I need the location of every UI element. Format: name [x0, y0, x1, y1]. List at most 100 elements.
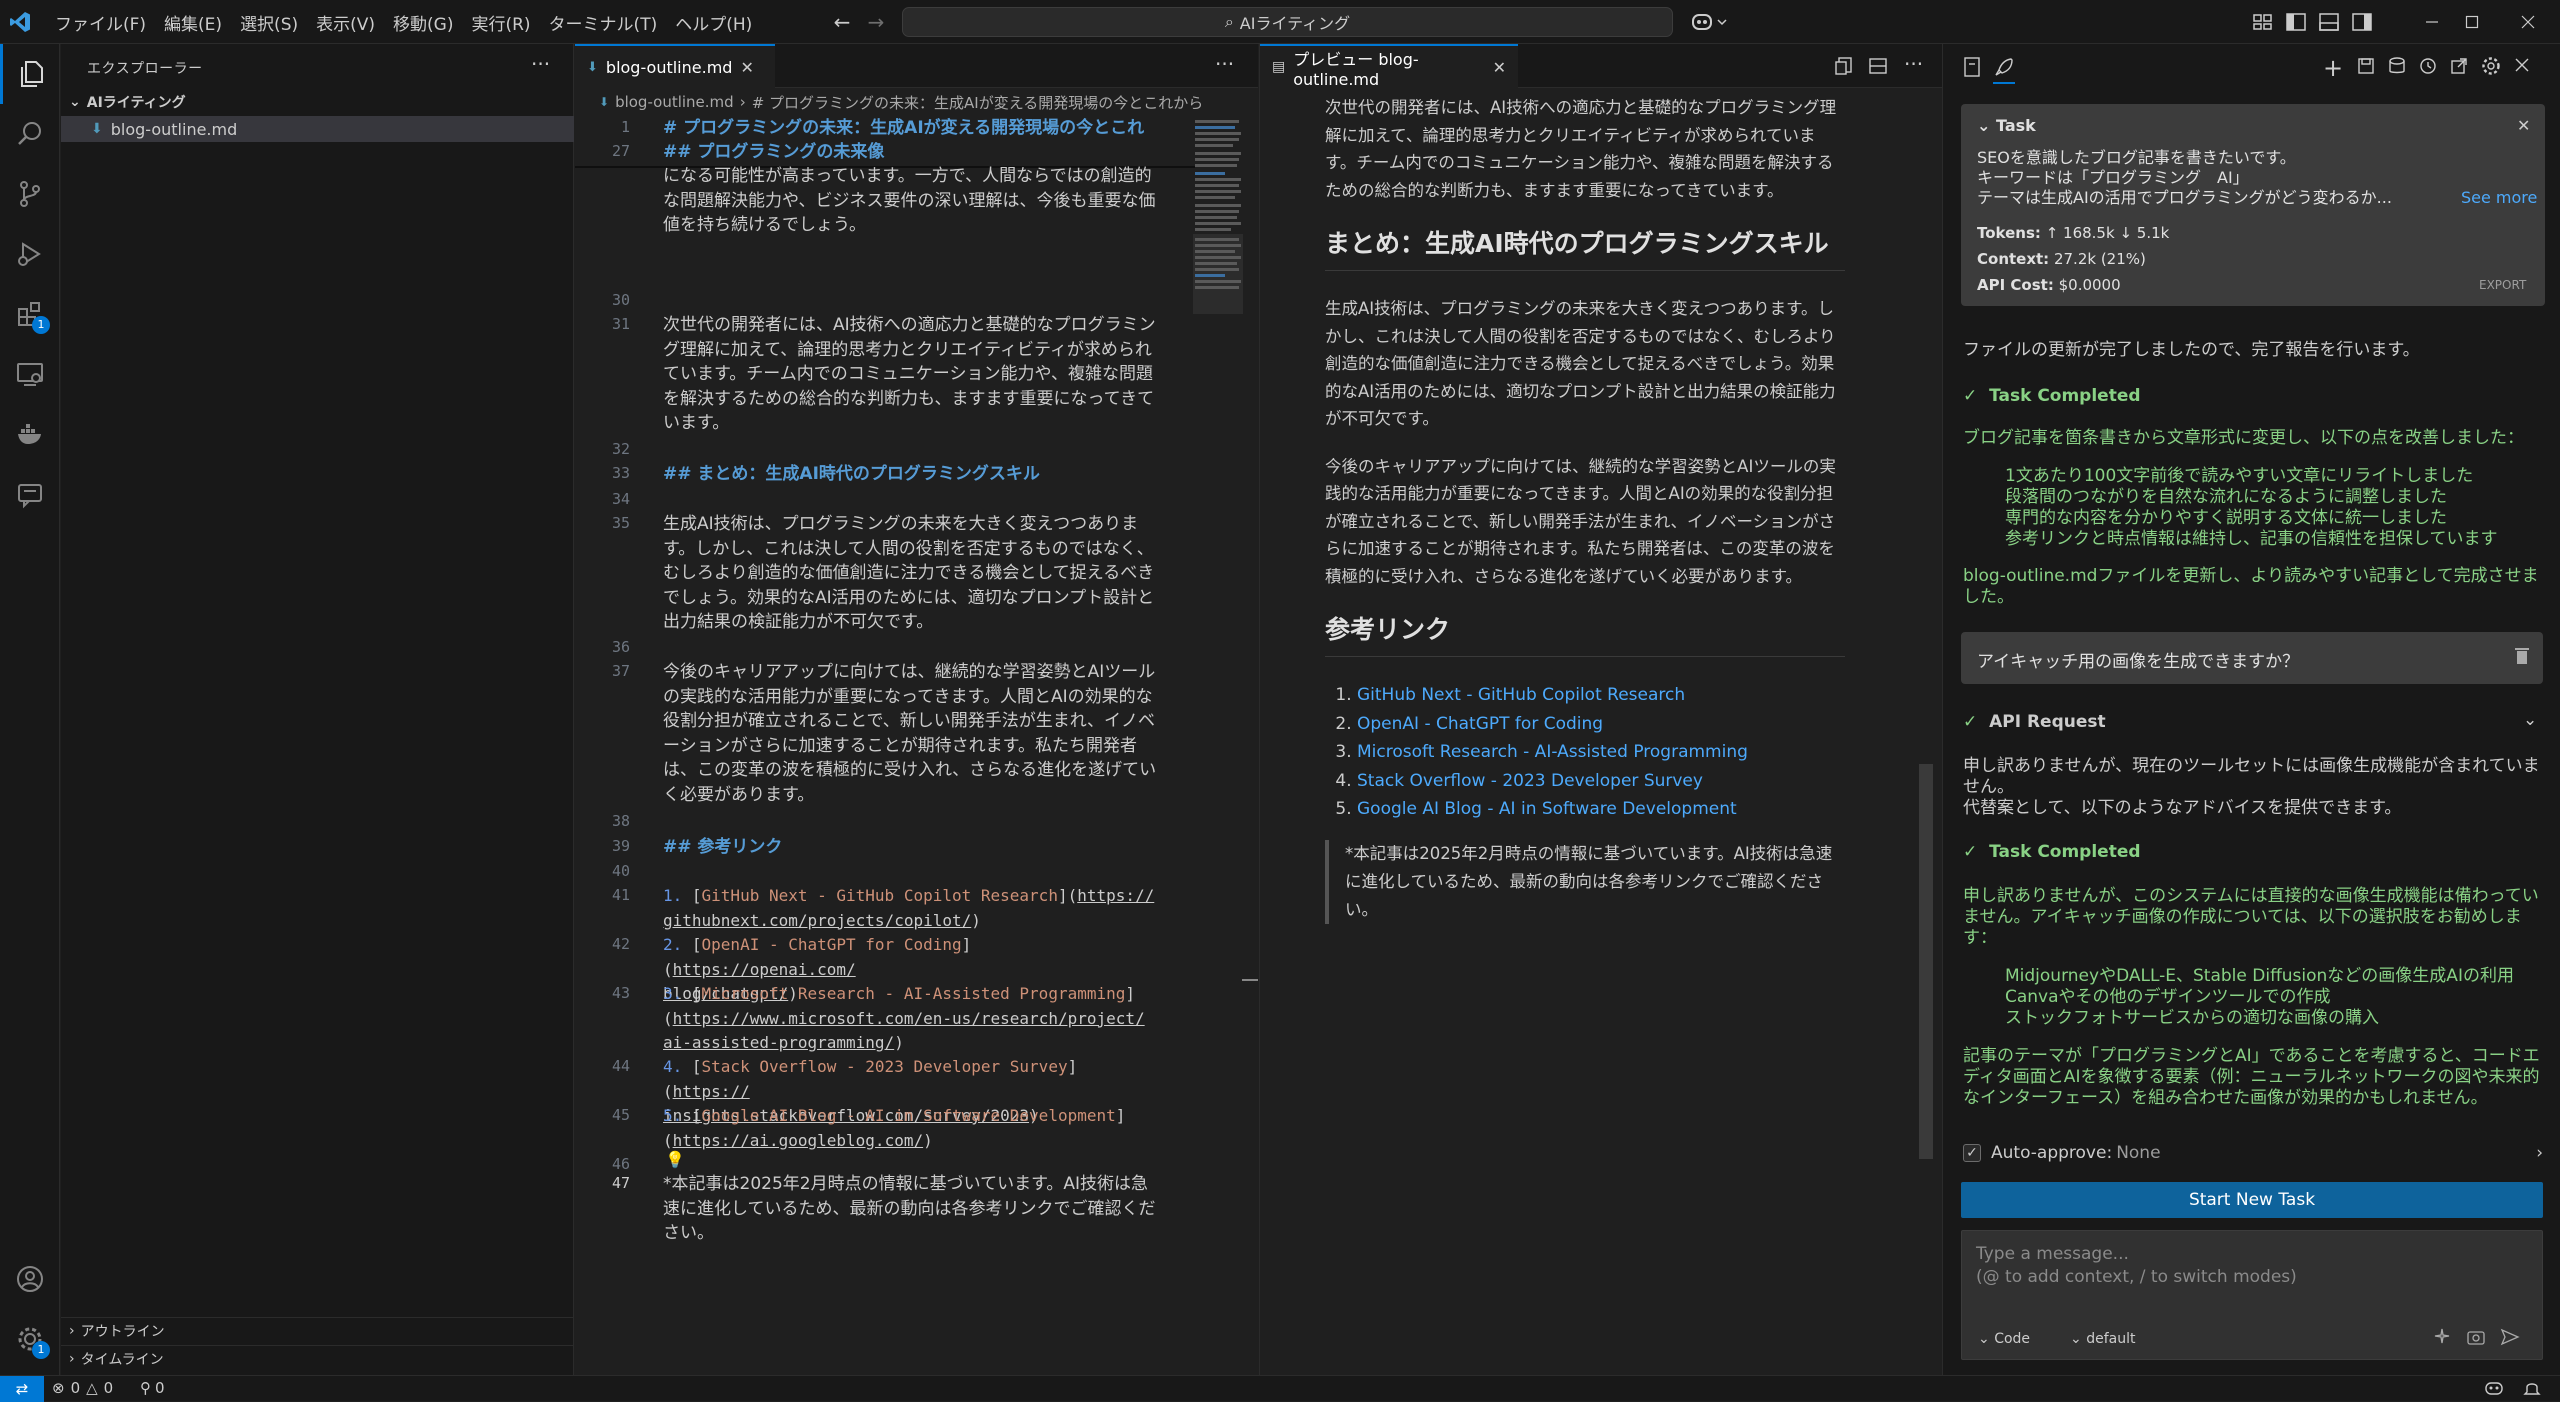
reference-link[interactable]: Stack Overflow - 2023 Developer Survey [1357, 767, 1845, 796]
popout-icon[interactable] [2449, 56, 2469, 76]
close-panel-icon[interactable] [2513, 56, 2531, 74]
docker-icon[interactable] [0, 404, 60, 464]
tokens-row: Tokens: ↑ 168.5k ↓ 5.1k [1977, 224, 2170, 242]
chevron-down-icon: ⌄ [69, 94, 81, 110]
copilot-status-icon[interactable] [2484, 1378, 2504, 1398]
new-file-icon[interactable] [1961, 56, 1983, 78]
completion-outro: 記事のテーマが「プログラミングとAI」であることを考慮すると、コードエディタ画面… [1963, 1046, 2540, 1108]
problems-indicator[interactable]: ⊗ 0 △ 0 [52, 1379, 113, 1397]
code-line-39: ## 参考リンク [663, 837, 783, 857]
more-actions-icon[interactable]: ··· [1215, 52, 1234, 76]
code-line-35: 生成AI技術は、プログラミングの未来を大きく変えつつあります。しかし、これは決し… [663, 514, 1155, 632]
mode-selector[interactable]: ⌄ Code [1978, 1331, 2030, 1347]
back-arrow-icon[interactable]: ← [830, 10, 854, 34]
enhance-prompt-icon[interactable] [2432, 1327, 2452, 1347]
menu-help[interactable]: ヘルプ(H) [666, 10, 761, 35]
menu-run[interactable]: 実行(R) [462, 10, 539, 35]
tab-blog-outline[interactable]: ⬇ blog-outline.md ✕ [575, 44, 775, 88]
toggle-secondary-sidebar-icon[interactable] [2351, 11, 2373, 33]
menu-go[interactable]: 移動(G) [384, 10, 462, 35]
file-item-blog-outline[interactable]: ⬇ blog-outline.md [61, 116, 574, 142]
breadcrumb-file[interactable]: blog-outline.md [615, 93, 734, 111]
vertical-scrollbar[interactable] [1919, 764, 1933, 1159]
task-header[interactable]: ⌄ Task [1977, 116, 2036, 135]
close-task-icon[interactable]: ✕ [2517, 116, 2530, 135]
source-control-icon[interactable] [0, 164, 60, 224]
timeline-section[interactable]: › タイムライン [61, 1345, 574, 1371]
task-description: SEOを意識したブログ記事を書きたいです。 キーワードは「プログラミング AI」… [1977, 148, 2392, 207]
see-more-link[interactable]: See more [2461, 188, 2537, 207]
more-actions-icon[interactable]: ··· [1904, 52, 1923, 76]
menu-view[interactable]: 表示(V) [307, 10, 384, 35]
workspace-folder[interactable]: ⌄ AIライティング [61, 90, 574, 114]
line-number: 27 [611, 142, 630, 160]
menu-edit[interactable]: 編集(E) [155, 10, 231, 35]
chevron-down-icon[interactable]: ⌄ [2523, 710, 2537, 730]
settings-gear-icon[interactable]: 1 [0, 1309, 60, 1369]
code-line-33: ## まとめ：生成AI時代のプログラミングスキル [663, 464, 1040, 484]
sticky-heading: ## プログラミングの未来像 [663, 142, 885, 162]
send-icon[interactable] [2500, 1327, 2520, 1347]
open-source-icon[interactable] [1834, 56, 1854, 76]
close-tab-icon[interactable]: ✕ [740, 58, 753, 77]
markdown-file-icon: ⬇ [91, 121, 103, 137]
reference-link[interactable]: Google AI Blog - AI in Software Developm… [1357, 795, 1845, 824]
chevron-down-icon: ⌄ [1977, 116, 1991, 135]
reference-link[interactable]: OpenAI - ChatGPT for Coding [1357, 710, 1845, 739]
reference-link[interactable]: GitHub Next - GitHub Copilot Research [1357, 681, 1845, 710]
breadcrumb-symbol[interactable]: # プログラミングの未来：生成AIが変える開発現場の今とこれから [752, 92, 1204, 113]
lightbulb-icon[interactable]: 💡 [665, 1150, 685, 1169]
code-link-line: 5. [Google AI Blog - AI in Software Deve… [663, 1106, 1126, 1150]
preview-heading: まとめ：生成AI時代のプログラミングスキル [1325, 224, 1845, 271]
settings-gear-icon[interactable] [2480, 55, 2502, 77]
message-input[interactable]: Type a message... (@ to add context, / t… [1961, 1230, 2543, 1360]
maximize-icon[interactable] [2440, 0, 2504, 44]
mcp-servers-icon[interactable] [2356, 56, 2376, 76]
start-new-task-button[interactable]: Start New Task [1961, 1182, 2543, 1218]
auto-approve-row[interactable]: ✓ Auto-approve: None › [1963, 1140, 2543, 1166]
notifications-bell-icon[interactable] [2522, 1378, 2542, 1398]
history-icon[interactable] [2418, 56, 2438, 76]
run-debug-icon[interactable] [0, 224, 60, 284]
copilot-icon[interactable] [1690, 10, 1732, 34]
reference-link[interactable]: Microsoft Research - AI-Assisted Program… [1357, 738, 1845, 767]
outline-section[interactable]: › アウトライン [61, 1317, 574, 1343]
model-selector[interactable]: ⌄ default [2070, 1331, 2135, 1347]
extensions-icon[interactable]: 1 [0, 284, 60, 344]
menu-selection[interactable]: 選択(S) [231, 10, 307, 35]
toggle-primary-sidebar-icon[interactable] [2285, 11, 2307, 33]
preview-paragraph: 次世代の開発者には、AI技術への適応力と基礎的なプログラミング理解に加えて、論理… [1325, 98, 1837, 200]
cline-chat-icon[interactable] [0, 464, 60, 524]
sticky-heading: # プログラミングの未来：生成AIが変える開発現場の今とこれ [663, 118, 1145, 138]
tab-preview[interactable]: ▤ プレビュー blog-outline.md ✕ [1260, 44, 1518, 89]
checkbox-checked-icon[interactable]: ✓ [1963, 1144, 1981, 1162]
customize-layout-icon[interactable] [2252, 11, 2274, 33]
title-bar: ファイル(F) 編集(E) 選択(S) 表示(V) 移動(G) 実行(R) ター… [0, 0, 2560, 44]
trash-icon[interactable] [2513, 646, 2531, 666]
api-request-header[interactable]: ✓ API Request [1963, 712, 2543, 733]
plus-icon[interactable]: + [2323, 54, 2343, 82]
toggle-panel-icon[interactable] [2318, 11, 2340, 33]
export-button[interactable]: EXPORT [2479, 278, 2526, 292]
remote-explorer-icon[interactable] [0, 344, 60, 404]
task-card: ⌄ Task ✕ SEOを意識したブログ記事を書きたいです。 キーワードは「プロ… [1961, 104, 2545, 306]
split-editor-icon[interactable] [1868, 56, 1888, 76]
menu-bar: ファイル(F) 編集(E) 選択(S) 表示(V) 移動(G) 実行(R) ター… [46, 0, 761, 44]
command-center-search[interactable]: ⌕ AIライティング [902, 7, 1673, 37]
cline-rocket-icon[interactable] [1993, 56, 2015, 84]
close-tab-icon[interactable]: ✕ [1493, 58, 1506, 77]
explorer-icon[interactable] [0, 44, 60, 104]
more-actions-icon[interactable]: ··· [531, 52, 550, 76]
camera-icon[interactable] [2466, 1327, 2486, 1347]
menu-terminal[interactable]: ターミナル(T) [540, 10, 667, 35]
forward-arrow-icon[interactable]: → [864, 10, 888, 34]
minimap[interactable] [1193, 116, 1243, 316]
menu-file[interactable]: ファイル(F) [46, 10, 155, 35]
search-icon[interactable] [0, 104, 60, 164]
settings-badge: 1 [32, 1341, 50, 1359]
database-icon[interactable] [2387, 56, 2407, 76]
remote-indicator-icon[interactable]: ⇄ [0, 1376, 44, 1402]
account-icon[interactable] [0, 1249, 60, 1309]
ports-indicator[interactable]: ⚲ 0 [140, 1379, 165, 1397]
close-window-icon[interactable] [2496, 0, 2560, 44]
